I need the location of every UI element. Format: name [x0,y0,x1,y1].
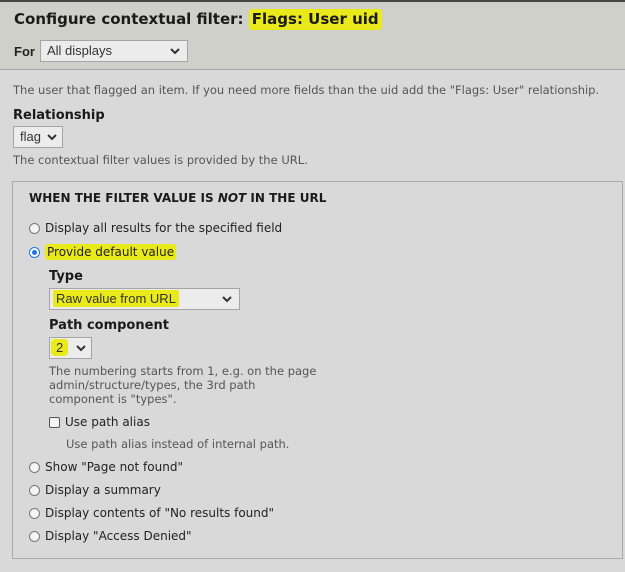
filter-description: The user that flagged an item. If you ne… [13,83,600,97]
radio-label: Display a summary [45,483,161,497]
chevron-down-icon [76,345,86,352]
radio-access-denied[interactable]: Display "Access Denied" [29,529,192,543]
filter-not-in-url-fieldset: WHEN THE FILTER VALUE IS NOT IN THE URL … [12,181,623,559]
radio-button[interactable] [29,530,40,542]
relationship-select[interactable]: flag [13,126,63,148]
type-label: Type [49,269,83,284]
radio-button[interactable] [29,507,40,519]
title-highlight: Flags: User uid [248,9,382,30]
legend-text-before: WHEN THE FILTER VALUE IS [29,191,218,205]
radio-display-summary[interactable]: Display a summary [29,483,161,497]
radio-no-results[interactable]: Display contents of "No results found" [29,506,274,520]
radio-display-all[interactable]: Display all results for the specified fi… [29,221,282,235]
use-path-alias-help: Use path alias instead of internal path. [66,437,290,451]
chevron-down-icon [170,48,180,55]
relationship-label: Relationship [13,108,105,123]
for-label: For [14,43,35,59]
title-prefix: Configure contextual filter: [14,10,249,28]
relationship-help: The contextual filter values is provided… [13,153,308,167]
dialog-title: Configure contextual filter: Flags: User… [14,9,382,30]
radio-label: Display all results for the specified fi… [45,221,283,235]
legend-text-after: IN THE URL [246,191,327,205]
fieldset-legend: WHEN THE FILTER VALUE IS NOT IN THE URL [29,191,326,205]
radio-button[interactable] [29,461,40,473]
use-path-alias-checkbox[interactable] [49,416,60,428]
chevron-down-icon [222,296,232,303]
radio-button[interactable] [29,222,40,234]
path-component-label: Path component [49,318,169,333]
help-line: component is "types". [49,392,177,406]
help-line: admin/structure/types, the 3rd path [49,378,256,392]
path-component-value: 2 [51,339,69,356]
for-displays-select[interactable]: All displays [39,40,188,62]
path-component-select[interactable]: 2 [49,337,92,359]
checkbox-label: Use path alias [65,415,150,429]
for-displays-value: All displays [46,43,112,58]
type-value: Raw value from URL [53,290,179,307]
radio-label: Provide default value [45,244,177,260]
radio-label: Display contents of "No results found" [45,506,275,520]
radio-button[interactable] [29,484,40,496]
for-row: For All displays [14,40,188,62]
relationship-value: flag [20,129,41,144]
radio-page-not-found[interactable]: Show "Page not found" [29,460,183,474]
dialog-header: Configure contextual filter: Flags: User… [0,2,625,70]
type-select[interactable]: Raw value from URL [49,288,240,310]
help-line: The numbering starts from 1, e.g. on the… [49,364,317,378]
legend-text-emphasis: NOT [217,191,247,205]
radio-button-checked[interactable] [29,246,40,258]
radio-label: Display "Access Denied" [45,529,192,543]
chevron-down-icon [47,134,57,141]
path-component-help: The numbering starts from 1, e.g. on the… [49,364,316,406]
use-path-alias-checkbox-row[interactable]: Use path alias [49,415,150,429]
radio-label: Show "Page not found" [45,460,183,474]
radio-provide-default[interactable]: Provide default value [29,244,177,260]
